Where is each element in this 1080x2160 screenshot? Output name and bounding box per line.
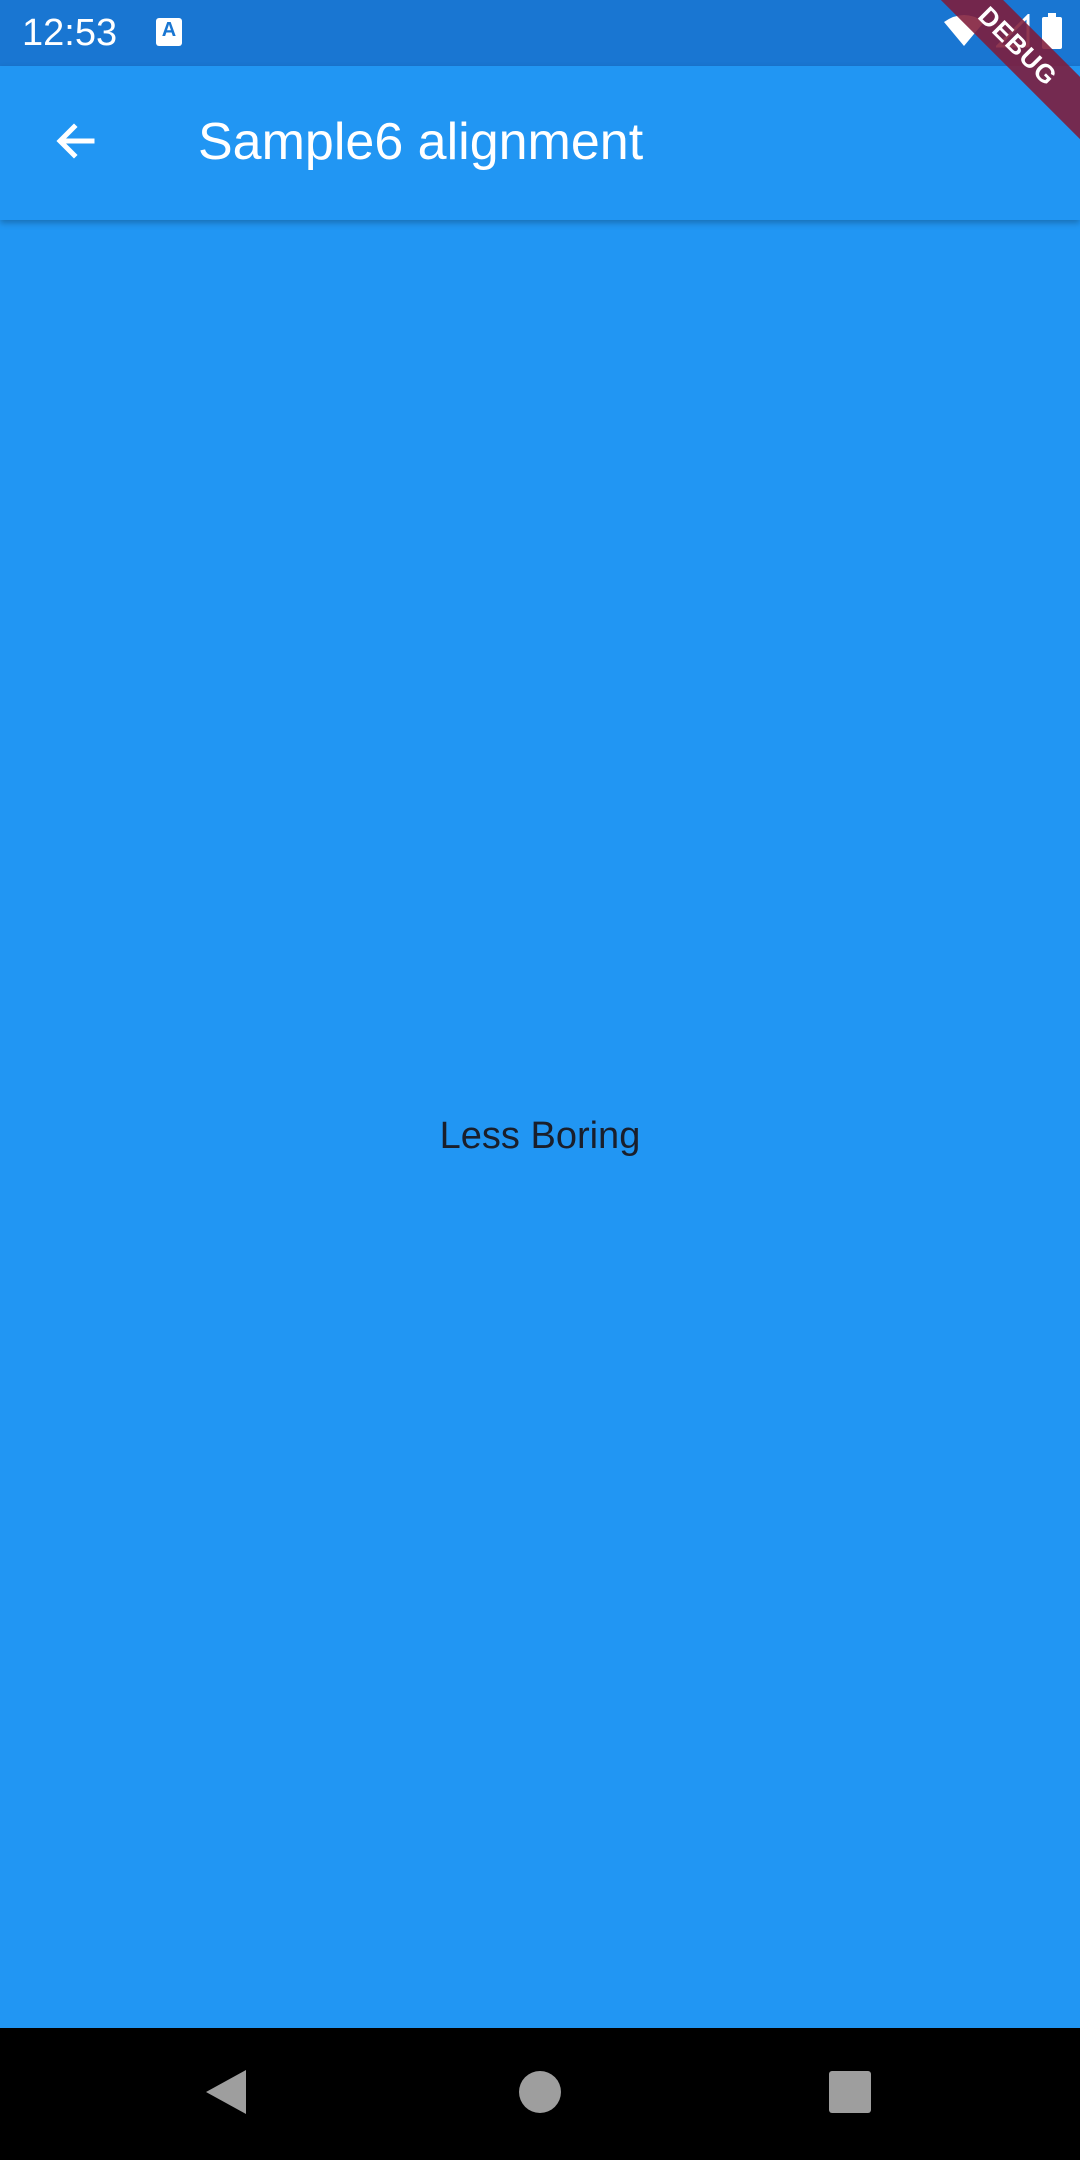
recents-square-icon: [828, 2070, 872, 2119]
app-bar: Sample6 alignment: [0, 66, 1080, 220]
back-button[interactable]: [36, 103, 116, 183]
status-bar: 12:53 A: [0, 0, 1080, 66]
page-title: Sample6 alignment: [198, 113, 644, 171]
arrow-back-icon: [52, 117, 100, 170]
navigation-bar: [0, 2028, 1080, 2160]
center-text: Less Boring: [439, 1114, 641, 1157]
screen: 12:53 A DEBUG Sample6 alignment Less Bor…: [0, 0, 1080, 2160]
nav-home-button[interactable]: [510, 2064, 570, 2124]
a-accessibility-icon: A: [156, 18, 182, 46]
nav-back-button[interactable]: [196, 2064, 256, 2124]
nav-recents-button[interactable]: [820, 2064, 880, 2124]
status-time: 12:53: [22, 12, 118, 54]
body-container: Less Boring: [0, 220, 1080, 2028]
back-triangle-icon: [204, 2068, 248, 2121]
home-circle-icon: [518, 2070, 562, 2119]
